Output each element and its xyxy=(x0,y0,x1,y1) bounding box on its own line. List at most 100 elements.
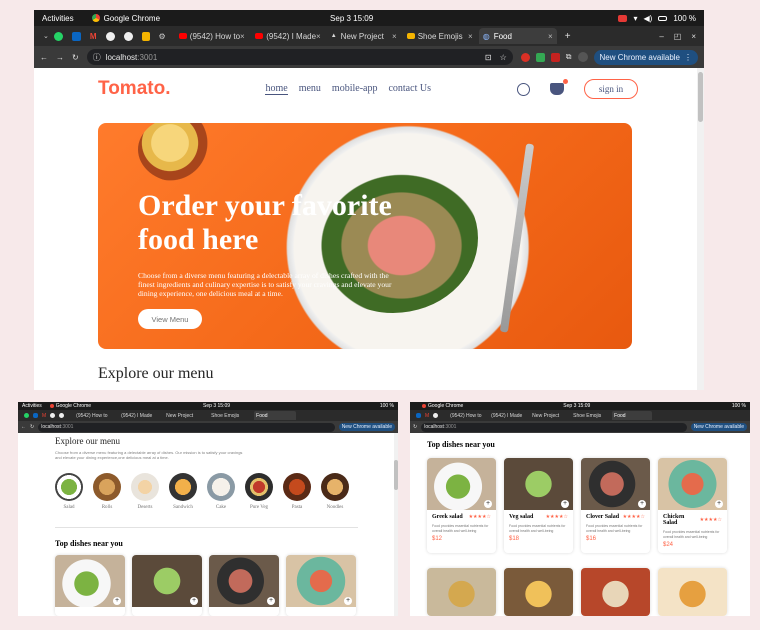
gmail-icon[interactable]: M xyxy=(90,32,97,41)
tab-new-project[interactable]: New Project xyxy=(530,411,570,420)
add-icon[interactable]: + xyxy=(638,500,646,508)
close-icon[interactable]: × xyxy=(392,32,397,41)
add-icon[interactable]: + xyxy=(113,597,121,605)
github-icon[interactable] xyxy=(123,31,133,41)
category-rolls[interactable]: Rolls xyxy=(93,473,121,510)
update-chrome-button[interactable]: New Chrome available xyxy=(338,423,395,431)
search-icon[interactable] xyxy=(517,82,530,96)
sign-in-button[interactable]: sign in xyxy=(584,79,638,99)
tab-youtube-2[interactable]: (9542) I Made × xyxy=(251,28,325,44)
activities-button[interactable]: Activities xyxy=(42,14,74,23)
close-window-icon[interactable]: × xyxy=(691,32,696,41)
close-icon[interactable]: × xyxy=(316,32,321,41)
nav-mobile-app[interactable]: mobile-app xyxy=(332,83,378,95)
whatsapp-icon[interactable] xyxy=(53,31,63,41)
tab-new-project[interactable]: New Project xyxy=(164,411,208,420)
github-icon[interactable] xyxy=(105,31,115,41)
reload-icon[interactable]: ↻ xyxy=(72,53,79,62)
add-icon[interactable]: + xyxy=(344,597,352,605)
scrollbar-thumb[interactable] xyxy=(394,460,398,490)
tab-new-project[interactable]: ▲ New Project × xyxy=(327,28,401,44)
add-icon[interactable]: + xyxy=(484,500,492,508)
clock[interactable]: Sep 3 15:09 xyxy=(330,14,373,23)
sheets-icon[interactable] xyxy=(141,31,150,41)
forward-icon[interactable]: → xyxy=(56,53,64,62)
reload-icon[interactable]: ↻ xyxy=(30,424,34,430)
dish-card[interactable] xyxy=(427,568,496,616)
dish-card-greek-salad[interactable]: + Greek salad ★★★★☆ Food provides essenti… xyxy=(427,458,496,553)
category-sandwich[interactable]: Sandwich xyxy=(169,473,197,510)
dish-card[interactable]: + xyxy=(132,555,202,616)
profile-avatar[interactable] xyxy=(577,52,588,62)
site-info-icon[interactable]: ⓘ xyxy=(93,52,101,63)
gmail-icon[interactable]: M xyxy=(42,413,46,419)
activities-button[interactable]: Activities xyxy=(22,403,42,409)
extension-icon[interactable] xyxy=(535,52,545,62)
reload-icon[interactable]: ↻ xyxy=(413,424,417,430)
category-deserts[interactable]: Deserts xyxy=(131,473,159,510)
gmail-icon[interactable]: M xyxy=(425,413,429,419)
url-input[interactable]: localhost :3001 xyxy=(421,422,687,432)
dish-card[interactable]: + xyxy=(55,555,125,616)
tab-shoe-emojis[interactable]: Shoe Emojis × xyxy=(403,28,477,44)
tab-youtube-1[interactable]: (9542) How to xyxy=(448,411,488,420)
bookmark-star-icon[interactable]: ☆ xyxy=(500,53,507,62)
dish-card-chicken-salad[interactable]: + Chicken Salad ★★★★☆ Food provides essen… xyxy=(658,458,727,553)
category-salad[interactable]: Salad xyxy=(55,473,83,510)
github-icon[interactable] xyxy=(50,413,56,418)
tab-youtube-2[interactable]: (9542) I Made xyxy=(119,411,163,420)
nav-contact-us[interactable]: contact Us xyxy=(388,83,431,95)
view-menu-button[interactable]: View Menu xyxy=(138,309,202,329)
tab-youtube-2[interactable]: (9542) I Made xyxy=(489,411,529,420)
tab-search-icon[interactable]: ⌄ xyxy=(43,32,49,40)
close-icon[interactable]: × xyxy=(468,32,473,41)
dish-card-veg-salad[interactable]: + Veg salad ★★★★☆ Food provides essential… xyxy=(504,458,573,553)
linkedin-icon[interactable] xyxy=(33,413,38,418)
tab-shoe-emojis[interactable]: Shoe Emojis xyxy=(209,411,253,420)
dish-card[interactable]: + xyxy=(286,555,356,616)
category-pure-veg[interactable]: Pure Veg xyxy=(245,473,273,510)
update-chrome-button[interactable]: New Chrome available xyxy=(690,423,747,431)
category-cake[interactable]: Cake xyxy=(207,473,235,510)
tab-shoe-emojis[interactable]: Shoe Emojis xyxy=(571,411,611,420)
install-icon[interactable]: ⊡ xyxy=(485,53,492,62)
tab-youtube-1[interactable]: (9542) How to xyxy=(74,411,118,420)
extensions-puzzle-icon[interactable]: ⧉ xyxy=(566,52,572,62)
extension-icon[interactable]: ⚙ xyxy=(159,32,166,41)
dish-card[interactable] xyxy=(581,568,650,616)
category-noodles[interactable]: Noodles xyxy=(321,473,349,510)
tab-food[interactable]: Food xyxy=(612,411,653,420)
linkedin-icon[interactable] xyxy=(416,413,421,418)
back-icon[interactable]: ← xyxy=(40,53,48,62)
update-chrome-button[interactable]: New Chrome available ⋮ xyxy=(593,49,698,65)
add-icon[interactable]: + xyxy=(190,597,198,605)
tab-food[interactable]: Food xyxy=(254,411,297,420)
scrollbar[interactable] xyxy=(394,433,398,616)
scrollbar-thumb[interactable] xyxy=(698,72,703,122)
dish-card[interactable]: + xyxy=(209,555,279,616)
restore-icon[interactable]: ◰ xyxy=(674,32,682,41)
close-icon[interactable]: × xyxy=(548,32,553,41)
dish-card[interactable] xyxy=(504,568,573,616)
github-icon[interactable] xyxy=(433,413,439,418)
basket-icon[interactable] xyxy=(550,79,568,95)
add-icon[interactable]: + xyxy=(561,500,569,508)
github-icon[interactable] xyxy=(59,413,65,418)
category-pasta[interactable]: Pasta xyxy=(283,473,311,510)
extension-icon[interactable] xyxy=(550,52,560,62)
tab-food[interactable]: ◍ Food × xyxy=(478,28,557,44)
scrollbar[interactable] xyxy=(697,68,704,390)
tab-youtube-1[interactable]: (9542) How to × xyxy=(175,28,249,44)
nav-menu-link[interactable]: menu xyxy=(299,83,321,95)
url-input[interactable]: ⓘ localhost :3001 ⊡ ☆ xyxy=(86,49,513,65)
close-icon[interactable]: × xyxy=(240,32,245,41)
linkedin-icon[interactable] xyxy=(71,31,81,41)
back-icon[interactable]: ← xyxy=(21,424,26,430)
whatsapp-icon[interactable] xyxy=(24,413,29,418)
new-tab-button[interactable]: + xyxy=(565,31,571,42)
nav-home[interactable]: home xyxy=(265,83,288,95)
extension-icon[interactable] xyxy=(520,52,530,62)
add-icon[interactable]: + xyxy=(267,597,275,605)
url-input[interactable]: localhost :3001 xyxy=(38,422,335,432)
dish-card[interactable] xyxy=(658,568,727,616)
